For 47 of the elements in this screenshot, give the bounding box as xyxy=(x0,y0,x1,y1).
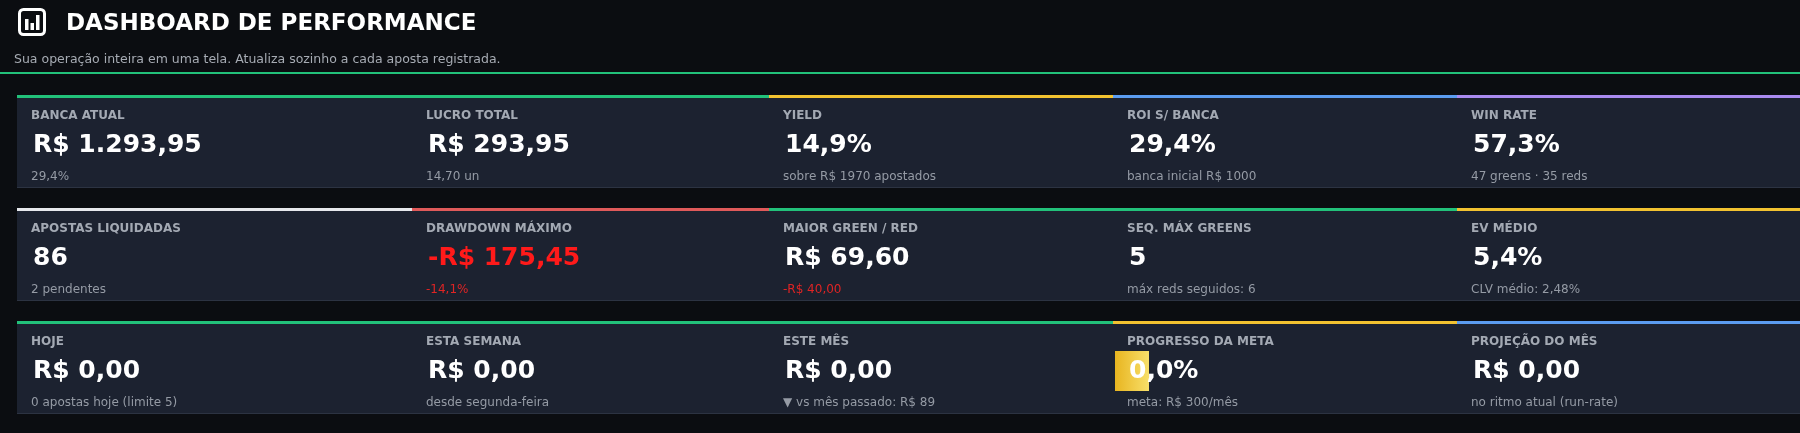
metric-value: R$ 0,00 xyxy=(427,354,536,384)
metric-label: SEQ. MÁX GREENS xyxy=(1127,220,1252,236)
metric-value: -R$ 175,45 xyxy=(427,241,581,271)
metric-label: EV MÉDIO xyxy=(1471,220,1538,236)
metric-label: BANCA ATUAL xyxy=(31,107,125,123)
metric-note: 47 greens · 35 reds xyxy=(1471,168,1588,184)
metric-note: meta: R$ 300/mês xyxy=(1127,394,1239,410)
metric-note: -14,1% xyxy=(426,281,469,297)
metric-value: 5,4% xyxy=(1472,241,1543,271)
dashboard-subtitle: Sua operação inteira em uma tela. Atualiza sozinho a cada aposta registrada. xyxy=(13,50,502,68)
metric-value: 57,3% xyxy=(1472,128,1560,158)
metric-value: 5 xyxy=(1128,241,1147,271)
metric-label: DRAWDOWN MÁXIMO xyxy=(426,220,572,236)
metric-label: LUCRO TOTAL xyxy=(426,107,518,123)
metric-note: 14,70 un xyxy=(426,168,480,184)
metric-note: CLV médio: 2,48% xyxy=(1471,281,1581,297)
metric-value: R$ 0,00 xyxy=(32,354,141,384)
metric-note: sobre R$ 1970 apostados xyxy=(783,168,937,184)
metric-label: WIN RATE xyxy=(1471,107,1537,123)
metric-value: 14,9% xyxy=(784,128,872,158)
metric-note: máx reds seguidos: 6 xyxy=(1127,281,1256,297)
metric-note: 2 pendentes xyxy=(31,281,106,297)
bar-chart-icon xyxy=(18,8,46,36)
metric-note: banca inicial R$ 1000 xyxy=(1127,168,1257,184)
metric-label: ESTE MÊS xyxy=(783,333,850,349)
metric-value: R$ 0,00 xyxy=(1472,354,1581,384)
metric-value: R$ 1.293,95 xyxy=(32,128,202,158)
metric-label: ROI S/ BANCA xyxy=(1127,107,1219,123)
dashboard-title: DASHBOARD DE PERFORMANCE xyxy=(66,9,477,35)
metric-value: 29,4% xyxy=(1128,128,1216,158)
metric-label: ESTA SEMANA xyxy=(426,333,521,349)
metric-label: PROGRESSO DA META xyxy=(1127,333,1274,349)
metric-label: MAIOR GREEN / RED xyxy=(783,220,918,236)
metric-value: R$ 0,00 xyxy=(784,354,893,384)
metric-note: ▼ vs mês passado: R$ 89 xyxy=(783,394,936,410)
metric-value: 86 xyxy=(32,241,68,271)
metric-label: YIELD xyxy=(783,107,822,123)
metric-note: desde segunda-feira xyxy=(426,394,550,410)
metric-label: PROJEÇÃO DO MÊS xyxy=(1471,333,1598,349)
metric-label: HOJE xyxy=(31,333,64,349)
metric-note: no ritmo atual (run-rate) xyxy=(1471,394,1618,410)
metric-label: APOSTAS LIQUIDADAS xyxy=(31,220,181,236)
metric-value: R$ 293,95 xyxy=(427,128,570,158)
metric-note: 29,4% xyxy=(31,168,70,184)
metric-note: -R$ 40,00 xyxy=(783,281,842,297)
metric-note: 0 apostas hoje (limite 5) xyxy=(31,394,178,410)
metric-value: R$ 69,60 xyxy=(784,241,910,271)
